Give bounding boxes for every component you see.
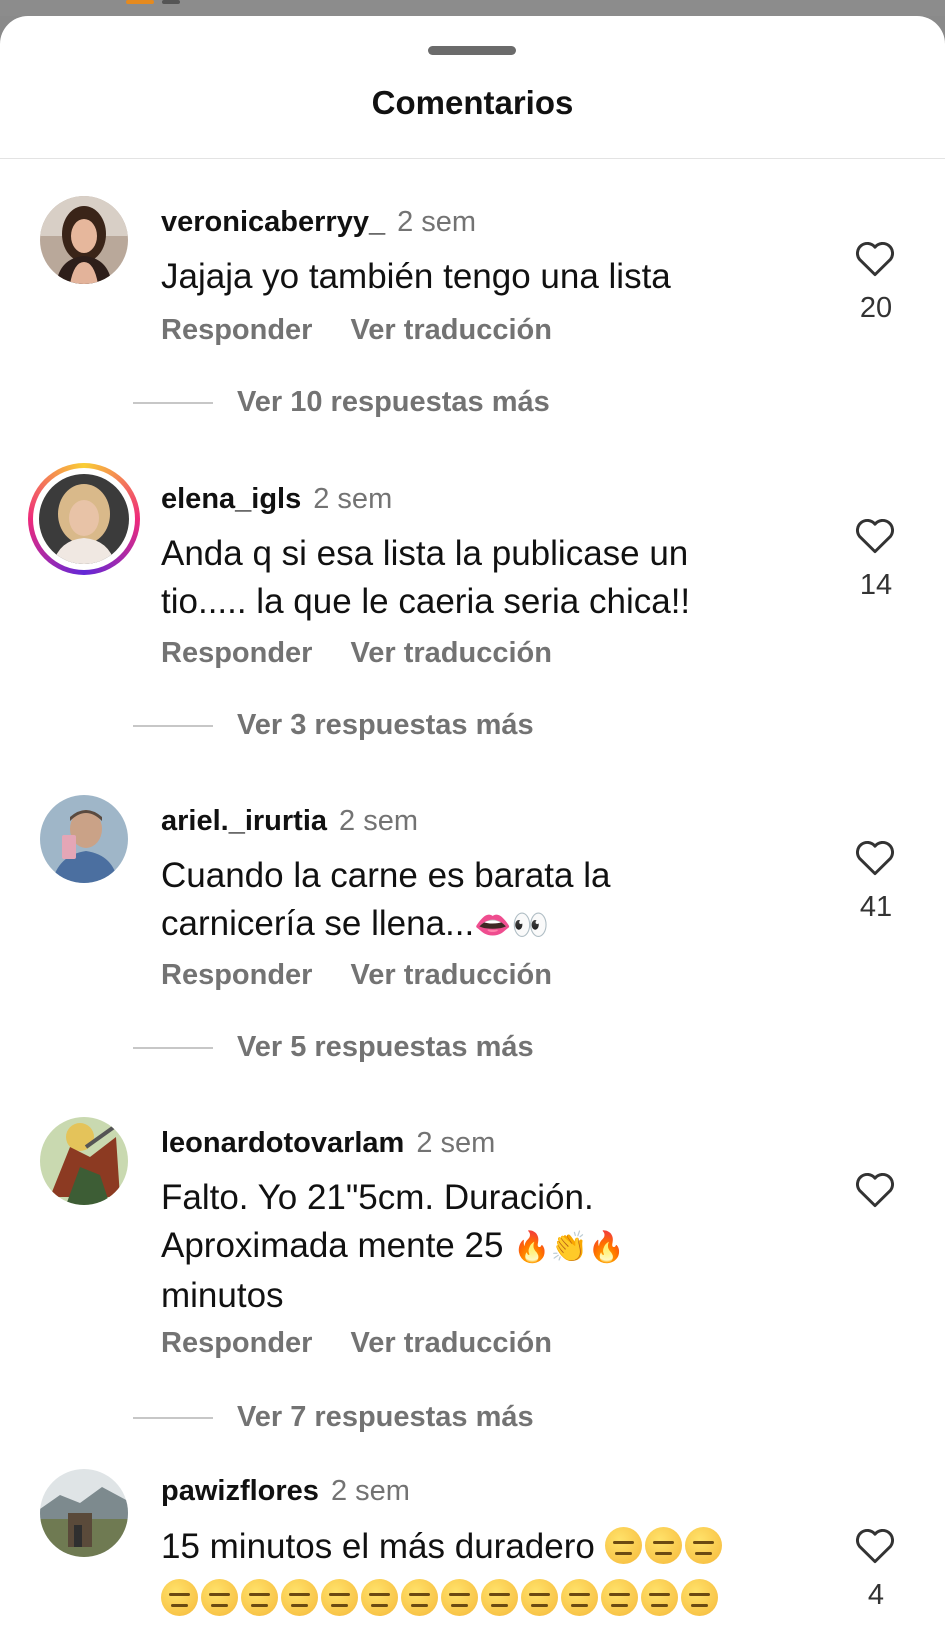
reply-button[interactable]: Responder bbox=[161, 1327, 312, 1360]
heart-icon bbox=[856, 519, 894, 554]
expressionless-face-icon bbox=[201, 1579, 238, 1616]
man-selfie-avatar[interactable] bbox=[40, 795, 128, 883]
comment-text: 15 minutos el más duradero bbox=[161, 1523, 761, 1623]
reply-button[interactable]: Responder bbox=[161, 637, 312, 670]
expressionless-face-emojis bbox=[161, 1575, 761, 1623]
comment-text-line: Falto. Yo 21"5cm. Duración. bbox=[161, 1178, 594, 1217]
timestamp: 2 sem bbox=[339, 805, 419, 837]
sheet-title: Comentarios bbox=[371, 84, 574, 121]
view-more-replies[interactable]: Ver 10 respuestas más bbox=[133, 386, 550, 419]
status-indicator bbox=[162, 0, 180, 4]
timestamp: 2 sem bbox=[397, 206, 477, 238]
expressionless-face-icon bbox=[601, 1579, 638, 1616]
timestamp: 2 sem bbox=[330, 1475, 410, 1507]
reply-button[interactable]: Responder bbox=[161, 314, 312, 347]
divider-line bbox=[133, 402, 213, 405]
fire-clap-emojis: 🔥👏🔥 bbox=[513, 1230, 626, 1265]
view-replies-label: Ver 5 respuestas más bbox=[237, 1031, 534, 1063]
username[interactable]: ariel._irurtia bbox=[161, 805, 327, 837]
expressionless-face-icon bbox=[644, 1527, 682, 1564]
translate-button[interactable]: Ver traducción bbox=[350, 314, 551, 347]
comment-text: Anda q si esa lista la publicase un tio.… bbox=[161, 534, 691, 621]
expressionless-face-icon bbox=[481, 1579, 518, 1616]
woman-portrait-avatar[interactable] bbox=[40, 196, 128, 284]
divider-line bbox=[133, 1417, 213, 1420]
view-replies-label: Ver 10 respuestas más bbox=[237, 386, 550, 418]
comment-meta: elena_igls 2 sem bbox=[161, 483, 392, 516]
status-indicator bbox=[126, 0, 154, 4]
view-replies-label: Ver 7 respuestas más bbox=[237, 1401, 534, 1433]
expressionless-face-emojis bbox=[604, 1527, 725, 1566]
like-count: 14 bbox=[859, 569, 893, 601]
comment-text-line: minutos bbox=[161, 1276, 284, 1315]
landscape-avatar[interactable] bbox=[40, 1469, 128, 1557]
like-button[interactable] bbox=[850, 238, 900, 278]
expressionless-face-icon bbox=[521, 1579, 558, 1616]
like-count: 20 bbox=[859, 292, 893, 324]
comment-meta: pawizflores 2 sem bbox=[161, 1475, 410, 1508]
expressionless-face-icon bbox=[401, 1579, 438, 1616]
heart-icon bbox=[856, 242, 894, 277]
heart-icon bbox=[856, 841, 894, 876]
view-more-replies[interactable]: Ver 3 respuestas más bbox=[133, 709, 534, 742]
expressionless-face-icon bbox=[641, 1579, 678, 1616]
comments-sheet: Comentarios veronicaberryy_ 2 sem Jajaja … bbox=[0, 16, 945, 1636]
lips-eyes-emojis: 👄👀 bbox=[474, 908, 549, 943]
view-more-replies[interactable]: Ver 5 respuestas más bbox=[133, 1031, 534, 1064]
expressionless-face-icon bbox=[361, 1579, 398, 1616]
story-ring[interactable] bbox=[28, 463, 140, 575]
like-button[interactable] bbox=[850, 837, 900, 877]
expressionless-face-icon bbox=[604, 1527, 642, 1564]
like-count: 4 bbox=[867, 1579, 885, 1611]
translate-button[interactable]: Ver traducción bbox=[350, 637, 551, 670]
comment-actions: Responder Ver traducción bbox=[161, 959, 552, 992]
timestamp: 2 sem bbox=[313, 483, 393, 515]
drag-handle[interactable] bbox=[428, 46, 516, 55]
comment-actions: Responder Ver traducción bbox=[161, 637, 552, 670]
expressionless-face-icon bbox=[441, 1579, 478, 1616]
status-bar bbox=[0, 0, 945, 16]
username[interactable]: leonardotovarlam bbox=[161, 1127, 404, 1159]
comment-meta: veronicaberryy_ 2 sem bbox=[161, 206, 476, 239]
expressionless-face-icon bbox=[281, 1579, 318, 1616]
username[interactable]: pawizflores bbox=[161, 1475, 319, 1507]
reply-button[interactable]: Responder bbox=[161, 959, 312, 992]
view-replies-label: Ver 3 respuestas más bbox=[237, 709, 534, 741]
username[interactable]: veronicaberryy_ bbox=[161, 206, 385, 238]
comment-actions: Responder Ver traducción bbox=[161, 314, 552, 347]
woman-blonde-avatar bbox=[39, 474, 129, 564]
divider-line bbox=[133, 1047, 213, 1050]
expressionless-face-icon bbox=[561, 1579, 598, 1616]
expressionless-face-icon bbox=[681, 1579, 718, 1616]
comment-text-line: 15 minutos el más duradero bbox=[161, 1523, 761, 1571]
like-count: 41 bbox=[859, 891, 893, 923]
comment-text: Cuando la carne es barata la carnicería … bbox=[161, 852, 721, 950]
comment-text: Jajaja yo también tengo una lista bbox=[161, 257, 671, 296]
like-button[interactable] bbox=[850, 1169, 900, 1209]
saint-painting-avatar[interactable] bbox=[40, 1117, 128, 1205]
expressionless-face-icon bbox=[684, 1527, 722, 1564]
comment-text: Falto. Yo 21"5cm. Duración. Aproximada m… bbox=[161, 1174, 761, 1320]
like-button[interactable] bbox=[850, 515, 900, 555]
translate-button[interactable]: Ver traducción bbox=[350, 1327, 551, 1360]
expressionless-face-icon bbox=[161, 1579, 198, 1616]
heart-icon bbox=[856, 1173, 894, 1208]
divider bbox=[0, 158, 945, 159]
comment-meta: leonardotovarlam 2 sem bbox=[161, 1127, 495, 1160]
like-button[interactable] bbox=[850, 1525, 900, 1565]
expressionless-face-icon bbox=[241, 1579, 278, 1616]
timestamp: 2 sem bbox=[416, 1127, 496, 1159]
view-more-replies[interactable]: Ver 7 respuestas más bbox=[133, 1401, 534, 1434]
comment-text-line: Aproximada mente 25 🔥👏🔥 bbox=[161, 1226, 626, 1265]
heart-icon bbox=[856, 1529, 894, 1564]
comment-meta: ariel._irurtia 2 sem bbox=[161, 805, 418, 838]
divider-line bbox=[133, 725, 213, 728]
translate-button[interactable]: Ver traducción bbox=[350, 959, 551, 992]
comment-actions: Responder Ver traducción bbox=[161, 1327, 552, 1360]
username[interactable]: elena_igls bbox=[161, 483, 301, 515]
expressionless-face-icon bbox=[321, 1579, 358, 1616]
